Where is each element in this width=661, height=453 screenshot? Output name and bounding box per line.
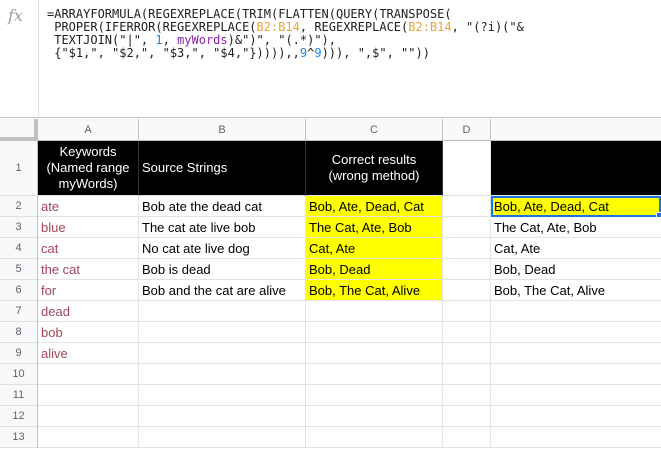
result-cell[interactable] bbox=[491, 385, 661, 406]
column-d-cell[interactable] bbox=[443, 427, 491, 448]
keyword-cell[interactable] bbox=[38, 385, 139, 406]
column-d-cell[interactable] bbox=[443, 238, 491, 259]
header-cell-e[interactable] bbox=[491, 141, 661, 196]
result-cell[interactable] bbox=[491, 301, 661, 322]
row-header-6[interactable]: 6 bbox=[0, 280, 38, 301]
column-header-d[interactable]: D bbox=[443, 119, 491, 141]
column-d-cell[interactable] bbox=[443, 217, 491, 238]
correct-result-cell[interactable]: Bob, The Cat, Alive bbox=[306, 280, 443, 301]
result-cell[interactable] bbox=[491, 406, 661, 427]
keyword-cell[interactable]: the cat bbox=[38, 259, 139, 280]
column-d-cell[interactable] bbox=[443, 259, 491, 280]
column-header-b[interactable]: B bbox=[139, 119, 306, 141]
row-header-8[interactable]: 8 bbox=[0, 322, 38, 343]
source-string-cell[interactable] bbox=[139, 301, 306, 322]
keyword-cell[interactable]: dead bbox=[38, 301, 139, 322]
correct-result-cell[interactable] bbox=[306, 385, 443, 406]
header-cell-d[interactable] bbox=[443, 141, 491, 196]
result-cell[interactable]: Bob, Dead bbox=[491, 259, 661, 280]
row-header-3[interactable]: 3 bbox=[0, 217, 38, 238]
fx-icon: fx bbox=[8, 6, 23, 25]
correct-result-cell[interactable] bbox=[306, 322, 443, 343]
formula-bar[interactable]: fx =ARRAYFORMULA(REGEXREPLACE(TRIM(FLATT… bbox=[0, 0, 661, 118]
source-string-cell[interactable] bbox=[139, 427, 306, 448]
source-string-cell[interactable]: The cat ate live bob bbox=[139, 217, 306, 238]
row-header-7[interactable]: 7 bbox=[0, 301, 38, 322]
source-string-cell[interactable] bbox=[139, 385, 306, 406]
source-string-cell[interactable] bbox=[139, 343, 306, 364]
row-header-10[interactable]: 10 bbox=[0, 364, 38, 385]
source-string-cell[interactable] bbox=[139, 322, 306, 343]
spreadsheet-grid[interactable]: A B C D 1 2 3 4 5 6 7 8 9 10 11 12 13 Ke… bbox=[0, 119, 661, 453]
fill-handle[interactable] bbox=[656, 212, 661, 218]
correct-result-cell[interactable]: Bob, Ate, Dead, Cat bbox=[306, 196, 443, 217]
row-header-9[interactable]: 9 bbox=[0, 343, 38, 364]
correct-result-cell[interactable] bbox=[306, 364, 443, 385]
column-d-cell[interactable] bbox=[443, 343, 491, 364]
formula-bar-divider bbox=[38, 0, 39, 118]
row-header-1[interactable]: 1 bbox=[0, 141, 38, 196]
correct-result-cell[interactable] bbox=[306, 301, 443, 322]
source-string-cell[interactable] bbox=[139, 364, 306, 385]
result-cell[interactable] bbox=[491, 322, 661, 343]
column-d-cell[interactable] bbox=[443, 385, 491, 406]
correct-result-cell[interactable]: The Cat, Ate, Bob bbox=[306, 217, 443, 238]
source-string-cell[interactable]: No cat ate live dog bbox=[139, 238, 306, 259]
result-cell[interactable]: Cat, Ate bbox=[491, 238, 661, 259]
select-all-corner[interactable] bbox=[0, 119, 38, 141]
column-header-e[interactable] bbox=[491, 119, 661, 141]
formula-text[interactable]: =ARRAYFORMULA(REGEXREPLACE(TRIM(FLATTEN(… bbox=[47, 8, 524, 60]
column-d-cell[interactable] bbox=[443, 280, 491, 301]
column-d-cell[interactable] bbox=[443, 301, 491, 322]
keyword-cell[interactable]: alive bbox=[38, 343, 139, 364]
keyword-cell[interactable]: blue bbox=[38, 217, 139, 238]
row-header-13[interactable]: 13 bbox=[0, 427, 38, 448]
column-header-c[interactable]: C bbox=[306, 119, 443, 141]
result-cell[interactable] bbox=[491, 427, 661, 448]
keyword-cell[interactable] bbox=[38, 364, 139, 385]
column-d-cell[interactable] bbox=[443, 196, 491, 217]
keyword-cell[interactable]: for bbox=[38, 280, 139, 301]
column-header-bar: A B C D bbox=[0, 119, 661, 141]
column-d-cell[interactable] bbox=[443, 322, 491, 343]
source-string-cell[interactable]: Bob is dead bbox=[139, 259, 306, 280]
column-d-cell[interactable] bbox=[443, 406, 491, 427]
row-header-2[interactable]: 2 bbox=[0, 196, 38, 217]
header-cell-keywords[interactable]: Keywords (Named range myWords) bbox=[38, 141, 139, 196]
result-cell[interactable]: The Cat, Ate, Bob bbox=[491, 217, 661, 238]
column-d-cell[interactable] bbox=[443, 364, 491, 385]
correct-result-cell[interactable] bbox=[306, 406, 443, 427]
row-header-12[interactable]: 12 bbox=[0, 406, 38, 427]
result-cell[interactable]: Bob, The Cat, Alive bbox=[491, 280, 661, 301]
selected-result-cell[interactable]: Bob, Ate, Dead, Cat bbox=[491, 196, 661, 217]
keyword-cell[interactable]: ate bbox=[38, 196, 139, 217]
correct-result-cell[interactable] bbox=[306, 427, 443, 448]
row-header-11[interactable]: 11 bbox=[0, 385, 38, 406]
source-string-cell[interactable]: Bob ate the dead cat bbox=[139, 196, 306, 217]
header-cell-source-strings[interactable]: Source Strings bbox=[139, 141, 306, 196]
header-cell-correct-results[interactable]: Correct results (wrong method) bbox=[306, 141, 443, 196]
column-header-a[interactable]: A bbox=[38, 119, 139, 141]
source-string-cell[interactable] bbox=[139, 406, 306, 427]
keyword-cell[interactable] bbox=[38, 406, 139, 427]
result-cell[interactable] bbox=[491, 364, 661, 385]
correct-result-cell[interactable] bbox=[306, 343, 443, 364]
row-header-5[interactable]: 5 bbox=[0, 259, 38, 280]
keyword-cell[interactable]: bob bbox=[38, 322, 139, 343]
keyword-cell[interactable] bbox=[38, 427, 139, 448]
result-cell[interactable] bbox=[491, 343, 661, 364]
correct-result-cell[interactable]: Cat, Ate bbox=[306, 238, 443, 259]
source-string-cell[interactable]: Bob and the cat are alive bbox=[139, 280, 306, 301]
correct-result-cell[interactable]: Bob, Dead bbox=[306, 259, 443, 280]
keyword-cell[interactable]: cat bbox=[38, 238, 139, 259]
row-header-4[interactable]: 4 bbox=[0, 238, 38, 259]
